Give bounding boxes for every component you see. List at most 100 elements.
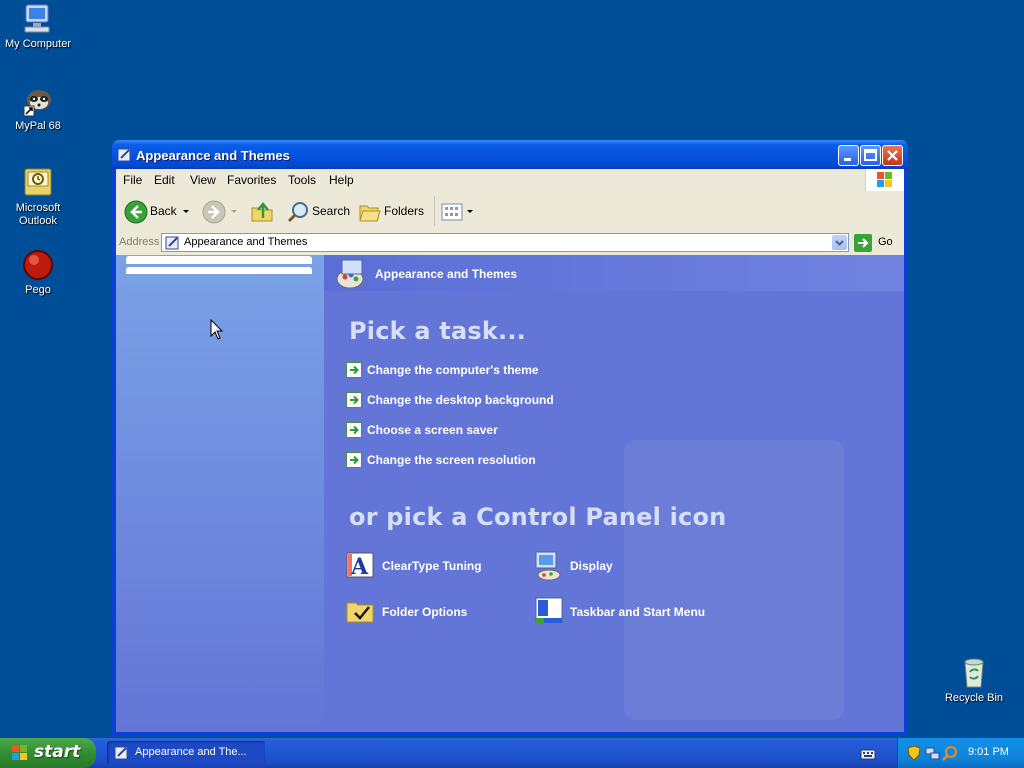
watermark-graphic bbox=[624, 440, 844, 720]
svg-text:A: A bbox=[350, 554, 369, 580]
taskbar-window-label: Appearance and The... bbox=[135, 746, 247, 758]
network-icon[interactable] bbox=[924, 745, 940, 761]
mouse-cursor-icon bbox=[210, 319, 224, 340]
green-arrow-icon bbox=[346, 422, 362, 438]
category-header: Appearance and Themes bbox=[324, 255, 904, 291]
desktop-icon-label: Microsoft Outlook bbox=[15, 202, 61, 227]
folder-options-icon bbox=[346, 602, 374, 623]
category-title: Appearance and Themes bbox=[375, 267, 518, 281]
cp-icon-label: Taskbar and Start Menu bbox=[570, 605, 706, 619]
cp-icon-label: ClearType Tuning bbox=[382, 559, 482, 573]
menu-tools[interactable]: Tools bbox=[288, 173, 316, 187]
address-input[interactable]: Appearance and Themes bbox=[161, 233, 849, 252]
green-arrow-icon bbox=[346, 452, 362, 468]
forward-arrow-icon bbox=[202, 200, 226, 224]
pick-icon-heading: or pick a Control Panel icon bbox=[349, 503, 727, 531]
address-dropdown-button[interactable] bbox=[832, 235, 847, 250]
desktop-icon-label: Recycle Bin bbox=[944, 692, 1004, 704]
desktop-icon-mypal[interactable]: MyPal 68 bbox=[0, 84, 78, 133]
pego-icon bbox=[21, 248, 55, 282]
content-pane: Appearance and Themes Pick a task... Cha… bbox=[324, 255, 904, 732]
minimize-button[interactable] bbox=[838, 145, 859, 166]
appearance-themes-icon bbox=[336, 259, 364, 289]
cp-icon-label: Folder Options bbox=[382, 605, 468, 619]
computer-icon bbox=[21, 2, 55, 36]
address-value: Appearance and Themes bbox=[184, 236, 308, 248]
taskbar: start Appearance and The... 9:01 PM bbox=[0, 738, 1024, 768]
task-pane-section[interactable] bbox=[126, 267, 312, 274]
up-folder-button[interactable] bbox=[248, 197, 276, 225]
cleartype-icon: A bbox=[346, 552, 374, 580]
menu-favorites[interactable]: Favorites bbox=[227, 173, 276, 187]
window-title: Appearance and Themes bbox=[136, 148, 290, 163]
task-label: Change the desktop background bbox=[367, 393, 554, 407]
clock: 9:01 PM bbox=[968, 746, 1009, 758]
go-label: Go bbox=[878, 236, 893, 248]
desktop-icon-recycle-bin[interactable]: Recycle Bin bbox=[934, 656, 1014, 705]
keyboard-icon[interactable] bbox=[860, 746, 876, 762]
green-arrow-icon bbox=[346, 362, 362, 378]
desktop-icon-pego[interactable]: Pego bbox=[0, 248, 78, 297]
control-panel-icon bbox=[114, 746, 128, 760]
desktop-icon-label: Pego bbox=[25, 284, 51, 296]
chevron-down-icon bbox=[183, 210, 189, 213]
views-button[interactable] bbox=[438, 197, 476, 225]
task-label: Choose a screen saver bbox=[367, 423, 498, 437]
back-arrow-icon bbox=[124, 200, 148, 224]
explorer-window: Appearance and Themes File Edit View Fav… bbox=[112, 140, 908, 736]
menu-edit[interactable]: Edit bbox=[154, 173, 175, 187]
maximize-button[interactable] bbox=[860, 145, 881, 166]
task-label: Change the screen resolution bbox=[367, 453, 536, 467]
up-folder-icon bbox=[251, 202, 273, 222]
task-pane-section[interactable] bbox=[126, 256, 312, 264]
chevron-down-icon bbox=[231, 210, 237, 213]
taskbar-icon bbox=[535, 597, 563, 623]
views-icon bbox=[441, 203, 463, 221]
menu-file[interactable]: File bbox=[123, 173, 142, 187]
search-label: Search bbox=[312, 204, 351, 218]
task-label: Change the computer's theme bbox=[367, 363, 539, 377]
title-bar[interactable]: Appearance and Themes bbox=[112, 140, 908, 170]
toolbar-separator bbox=[434, 196, 435, 226]
green-arrow-icon bbox=[346, 392, 362, 408]
menu-bar: File Edit View Favorites Tools Help bbox=[116, 169, 904, 192]
address-bar: Address Appearance and Themes Go bbox=[116, 231, 904, 255]
toolbar: Back Search Folders bbox=[116, 191, 904, 232]
address-label: Address bbox=[119, 236, 160, 248]
pick-task-heading: Pick a task... bbox=[349, 317, 526, 345]
desktop-icon-my-computer[interactable]: My Computer bbox=[0, 2, 78, 51]
go-arrow-icon bbox=[854, 234, 872, 252]
folders-button[interactable]: Folders bbox=[356, 197, 428, 225]
outlook-icon bbox=[21, 166, 55, 200]
cp-icon-label: Display bbox=[570, 559, 613, 573]
taskbar-window-button[interactable]: Appearance and The... bbox=[107, 741, 265, 765]
display-icon bbox=[535, 551, 561, 581]
desktop-icon-label: My Computer bbox=[4, 38, 72, 50]
menu-help[interactable]: Help bbox=[329, 173, 354, 187]
desktop-icon-label: MyPal 68 bbox=[15, 120, 61, 132]
go-button[interactable]: Go bbox=[854, 233, 900, 253]
system-tray: 9:01 PM bbox=[897, 738, 1024, 768]
close-button[interactable] bbox=[882, 145, 903, 166]
back-label: Back bbox=[150, 204, 177, 218]
menu-view[interactable]: View bbox=[190, 173, 216, 187]
control-panel-icon bbox=[117, 148, 131, 162]
chevron-down-icon bbox=[835, 240, 844, 246]
start-button[interactable]: start bbox=[0, 738, 96, 768]
search-button[interactable]: Search bbox=[284, 197, 350, 225]
desktop-icon-outlook[interactable]: Microsoft Outlook bbox=[0, 166, 78, 228]
chevron-down-icon bbox=[467, 210, 473, 213]
forward-button[interactable] bbox=[200, 197, 240, 225]
windows-logo-icon bbox=[865, 169, 904, 191]
search-tray-icon[interactable] bbox=[942, 745, 958, 761]
folders-label: Folders bbox=[384, 204, 425, 218]
control-panel-icon bbox=[165, 236, 179, 250]
back-button[interactable]: Back bbox=[122, 197, 190, 225]
windows-logo-icon bbox=[12, 745, 27, 760]
folder-icon bbox=[359, 205, 381, 222]
recycle-bin-icon bbox=[957, 656, 991, 690]
security-shield-icon[interactable] bbox=[906, 745, 922, 761]
raccoon-icon bbox=[21, 84, 55, 118]
start-label: start bbox=[34, 742, 81, 762]
search-icon bbox=[287, 202, 308, 223]
